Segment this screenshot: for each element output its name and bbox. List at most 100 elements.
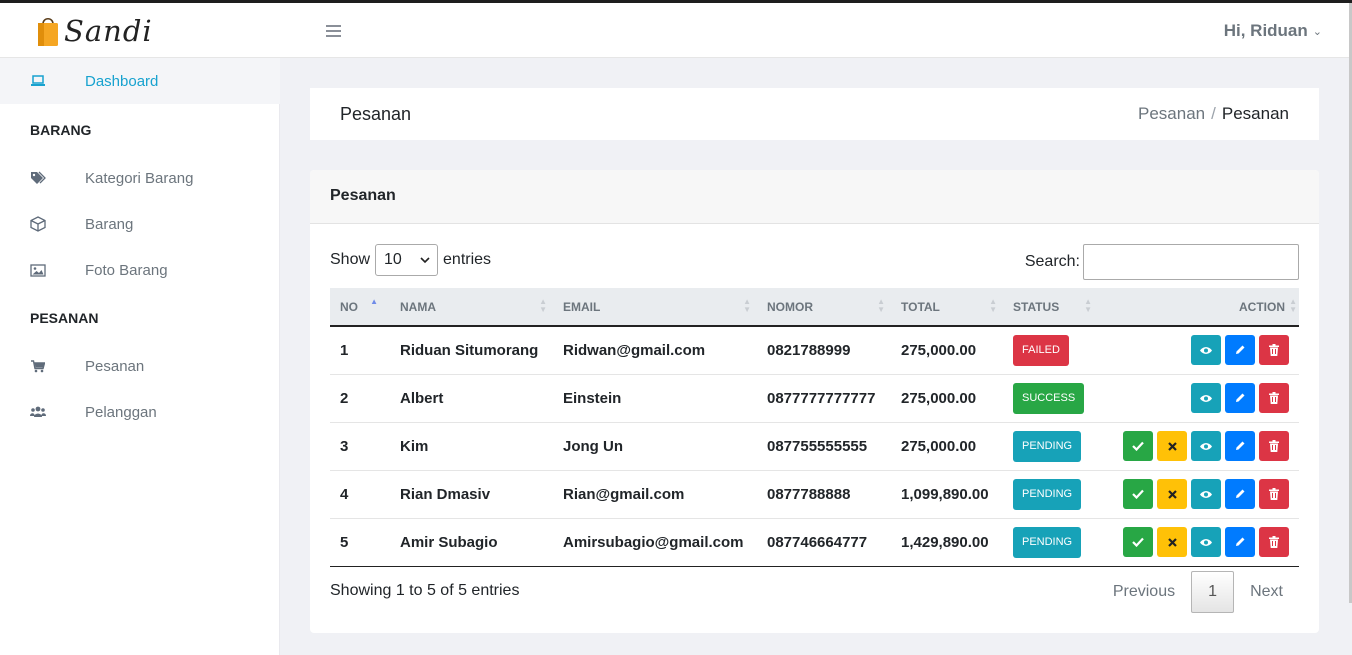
sidebar-section-pesanan: PESANAN — [30, 310, 99, 326]
sidebar-label-dashboard: Dashboard — [85, 72, 159, 90]
view-button[interactable] — [1191, 431, 1221, 461]
trash-icon — [1269, 440, 1279, 452]
table-info: Showing 1 to 5 of 5 entries — [330, 582, 520, 599]
status-badge: FAILED — [1013, 334, 1069, 366]
edit-button[interactable] — [1225, 527, 1255, 557]
orders-card: Pesanan Show 10 entries Search: NO ▲ NAMA… — [310, 170, 1319, 633]
column-header-status[interactable]: STATUS ▲ ▼ — [1003, 288, 1098, 327]
view-button[interactable] — [1191, 383, 1221, 413]
cell-no: 4 — [330, 470, 390, 519]
page-title-bar: Pesanan Pesanan / Pesanan — [310, 88, 1319, 140]
trash-icon — [1269, 344, 1279, 357]
sidebar-item-foto-barang[interactable]: Foto Barang — [0, 247, 280, 293]
sidebar-label-pelanggan: Pelanggan — [85, 403, 157, 421]
users-icon — [30, 404, 46, 420]
entries-value: 10 — [384, 251, 402, 268]
sidebar-item-dashboard[interactable]: Dashboard — [0, 58, 280, 104]
approve-button[interactable] — [1123, 479, 1153, 509]
reject-button[interactable] — [1157, 431, 1187, 461]
eye-icon — [1200, 490, 1212, 498]
reject-button[interactable] — [1157, 479, 1187, 509]
breadcrumb: Pesanan / Pesanan — [1138, 104, 1289, 124]
sidebar-item-kategori-barang[interactable]: Kategori Barang — [0, 155, 280, 201]
box-icon — [30, 216, 46, 232]
pencil-icon — [1236, 441, 1245, 450]
sidebar-section-barang: BARANG — [30, 122, 92, 138]
delete-button[interactable] — [1259, 431, 1289, 461]
search-control: Search: — [1025, 244, 1299, 280]
status-badge: SUCCESS — [1013, 382, 1085, 414]
cell-actions — [1098, 518, 1299, 567]
tags-icon — [30, 170, 46, 186]
cell-total: 275,000.00 — [891, 326, 1003, 375]
times-icon — [1167, 537, 1177, 547]
sidebar-item-pesanan[interactable]: Pesanan — [0, 343, 280, 389]
menu-toggle-icon[interactable] — [326, 25, 341, 37]
trash-icon — [1269, 488, 1279, 500]
column-header-no[interactable]: NO ▲ — [330, 288, 390, 327]
brand-logo[interactable]: Sandi — [36, 13, 153, 49]
sort-icon: ▲ ▼ — [1084, 297, 1092, 314]
sidebar-item-pelanggan[interactable]: Pelanggan — [0, 389, 280, 435]
cell-total: 1,429,890.00 — [891, 518, 1003, 567]
sidebar-label-pesanan: Pesanan — [85, 357, 145, 375]
edit-button[interactable] — [1225, 431, 1255, 461]
sort-icon: ▲ ▼ — [877, 297, 885, 314]
cell-email: Jong Un — [553, 422, 757, 471]
eye-icon — [1200, 346, 1212, 354]
breadcrumb-current: Pesanan — [1221, 104, 1289, 123]
cell-nama: Amir Subagio — [390, 518, 553, 567]
cell-nama: Riduan Situmorang — [390, 326, 553, 375]
view-button[interactable] — [1191, 527, 1221, 557]
cell-actions — [1098, 422, 1299, 471]
approve-button[interactable] — [1123, 527, 1153, 557]
sort-icon: ▲ ▼ — [1289, 297, 1297, 314]
sidebar-label-foto-barang: Foto Barang — [85, 261, 168, 279]
edit-button[interactable] — [1225, 383, 1255, 413]
check-icon — [1132, 441, 1144, 451]
delete-button[interactable] — [1259, 335, 1289, 366]
next-page-button[interactable]: Next — [1234, 583, 1299, 601]
edit-button[interactable] — [1225, 335, 1255, 366]
entries-label: entries — [443, 251, 492, 268]
cell-actions — [1098, 326, 1299, 375]
sidebar-label-barang: Barang — [85, 215, 134, 233]
view-button[interactable] — [1191, 335, 1221, 366]
cell-total: 275,000.00 — [891, 422, 1003, 471]
sidebar-item-barang[interactable]: Barang — [0, 201, 280, 247]
table-row: 1 Riduan Situmorang Ridwan@gmail.com 082178… — [330, 326, 1299, 375]
check-icon — [1132, 489, 1144, 499]
cell-status: PENDING — [1003, 518, 1098, 567]
breadcrumb-link[interactable]: Pesanan — [1138, 104, 1205, 123]
delete-button[interactable] — [1259, 383, 1289, 413]
approve-button[interactable] — [1123, 431, 1153, 461]
sort-icon: ▲ ▼ — [989, 297, 997, 314]
view-button[interactable] — [1191, 479, 1221, 509]
entries-length-control: Show 10 entries — [330, 244, 491, 276]
cell-nama: Rian Dmasiv — [390, 470, 553, 519]
column-header-action[interactable]: ACTION ▲ ▼ — [1098, 288, 1299, 327]
cell-status: FAILED — [1003, 326, 1098, 375]
column-header-email[interactable]: EMAIL ▲ ▼ — [553, 288, 757, 327]
cell-nomor: 0821788999 — [757, 326, 891, 375]
edit-button[interactable] — [1225, 479, 1255, 509]
cell-nama: Kim — [390, 422, 553, 471]
pencil-icon — [1236, 537, 1245, 546]
user-menu[interactable]: Hi, Riduan ⌄ — [1224, 21, 1322, 41]
entries-select[interactable]: 10 — [375, 244, 439, 276]
chevron-down-icon — [420, 256, 430, 263]
table-row: 3 Kim Jong Un 087755555555 275,000.00 PENDING — [330, 422, 1299, 471]
page-1-button[interactable]: 1 — [1191, 571, 1235, 613]
cell-nomor: 0877777777777 — [757, 374, 891, 423]
brand-name: Sandi — [64, 14, 153, 48]
delete-button[interactable] — [1259, 479, 1289, 509]
delete-button[interactable] — [1259, 527, 1289, 557]
eye-icon — [1200, 394, 1212, 402]
column-header-nomor[interactable]: NOMOR ▲ ▼ — [757, 288, 891, 327]
search-input[interactable] — [1083, 244, 1299, 280]
column-header-nama[interactable]: NAMA ▲ ▼ — [390, 288, 553, 327]
reject-button[interactable] — [1157, 527, 1187, 557]
previous-page-button[interactable]: Previous — [1097, 583, 1191, 601]
cell-nomor: 0877788888 — [757, 470, 891, 519]
column-header-total[interactable]: TOTAL ▲ ▼ — [891, 288, 1003, 327]
